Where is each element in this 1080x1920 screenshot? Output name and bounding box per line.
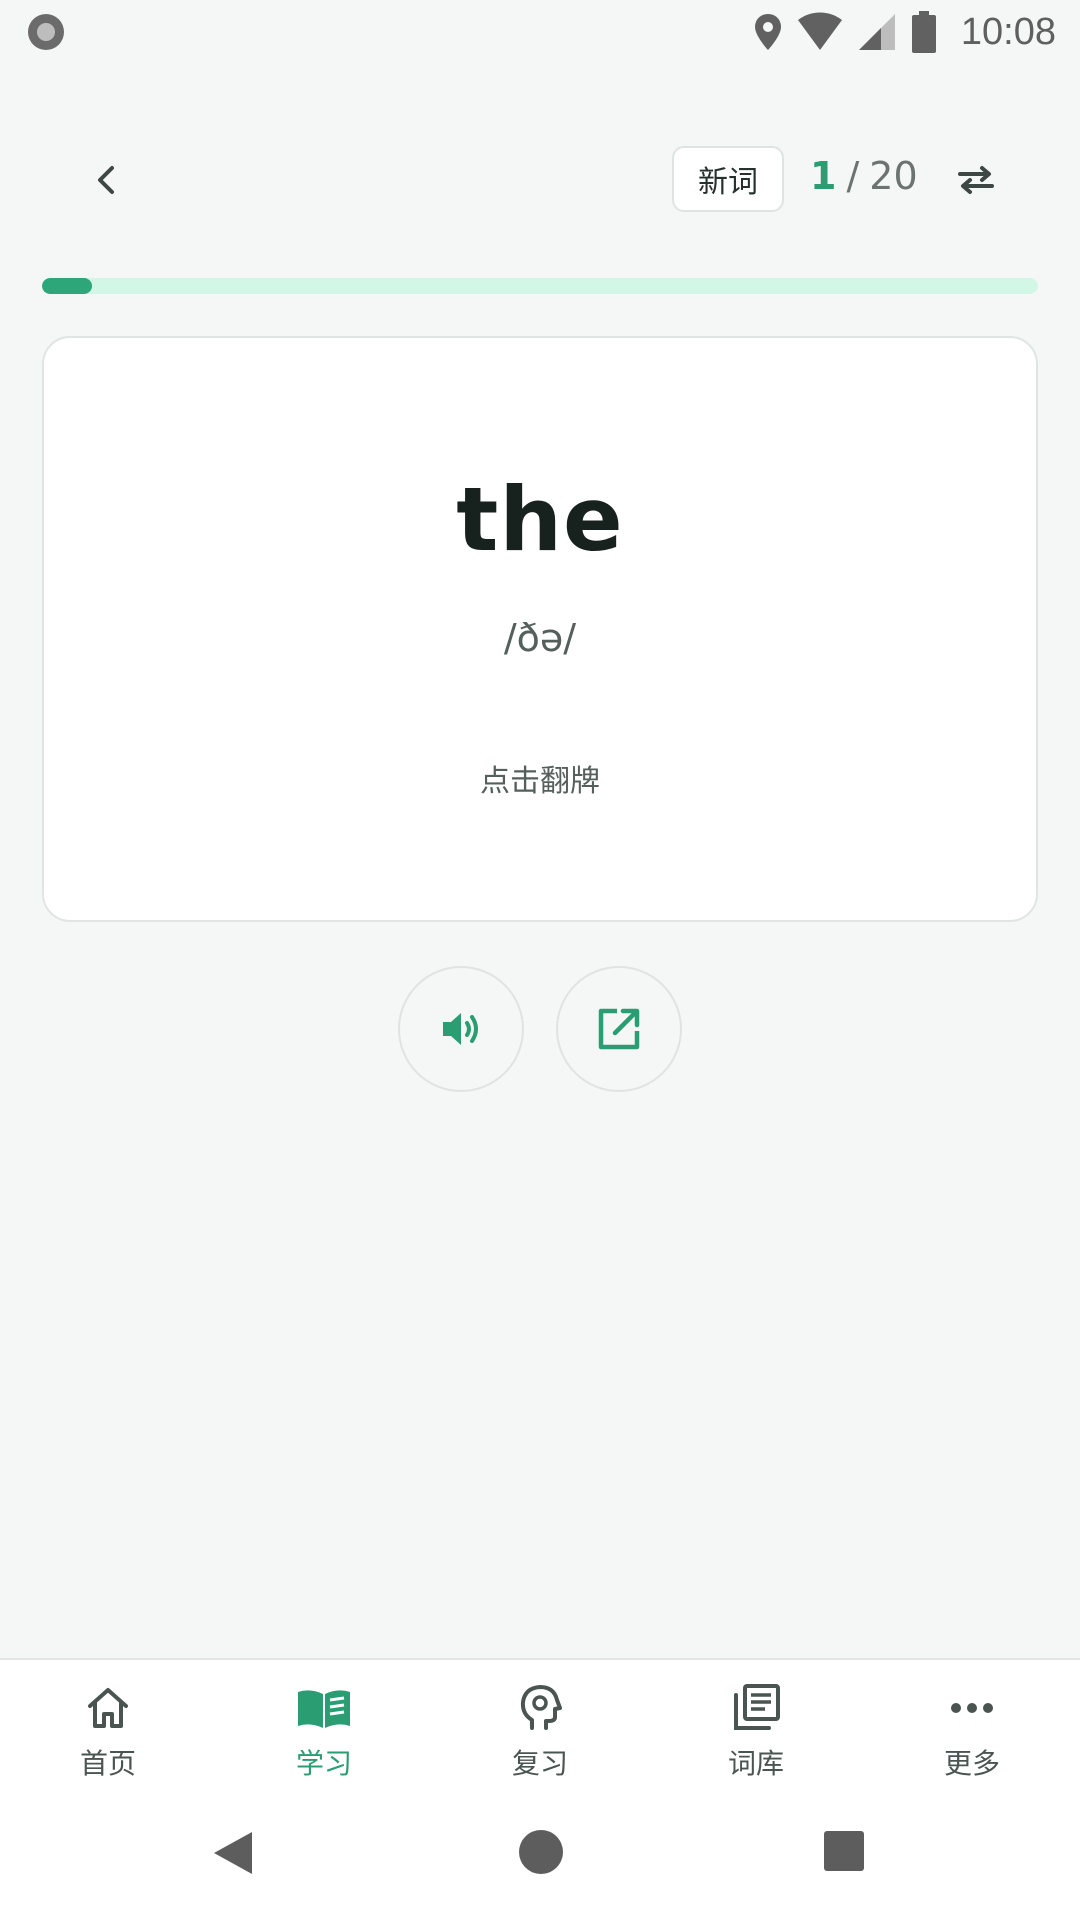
home-icon bbox=[80, 1682, 136, 1734]
status-icons: 10:08 bbox=[753, 8, 1056, 56]
system-back-icon[interactable] bbox=[212, 1830, 254, 1876]
nav-item-home[interactable]: 首页 bbox=[0, 1660, 216, 1794]
wifi-icon bbox=[797, 12, 842, 50]
progress-bar bbox=[42, 278, 1038, 294]
counter-current: 1 bbox=[810, 154, 837, 198]
swap-arrows-icon bbox=[958, 166, 994, 194]
flip-hint: 点击翻牌 bbox=[480, 764, 600, 799]
book-icon bbox=[296, 1682, 352, 1734]
pronounce-button[interactable] bbox=[398, 966, 524, 1092]
nav-label-more: 更多 bbox=[943, 1747, 1000, 1780]
brain-head-icon bbox=[512, 1682, 568, 1734]
more-dots-icon bbox=[944, 1682, 1000, 1734]
nav-label-library: 词库 bbox=[727, 1747, 784, 1780]
system-recents-icon[interactable] bbox=[824, 1831, 864, 1871]
counter-total: 20 bbox=[869, 154, 918, 198]
speaker-icon bbox=[443, 1013, 478, 1045]
open-external-icon bbox=[598, 1008, 640, 1050]
card-phonetic: /ðə/ bbox=[503, 616, 577, 660]
back-button[interactable] bbox=[82, 156, 130, 204]
location-icon bbox=[754, 14, 781, 50]
battery-icon bbox=[911, 11, 936, 53]
nav-item-review[interactable]: 复习 bbox=[432, 1660, 648, 1794]
status-time: 10:08 bbox=[960, 10, 1056, 53]
nav-item-library[interactable]: 词库 bbox=[648, 1660, 864, 1794]
counter-separator: / bbox=[846, 154, 860, 198]
system-nav-bar bbox=[0, 1794, 1080, 1920]
system-home-icon[interactable] bbox=[519, 1830, 563, 1874]
open-detail-button[interactable] bbox=[556, 966, 682, 1092]
nav-item-study[interactable]: 学习 bbox=[216, 1660, 432, 1794]
nav-label-home: 首页 bbox=[79, 1747, 136, 1780]
card-word: the bbox=[456, 468, 624, 571]
chevron-left-icon bbox=[98, 166, 114, 194]
word-counter: 1 / 20 bbox=[810, 154, 918, 206]
mode-chip[interactable]: 新词 bbox=[672, 146, 784, 212]
nav-label-review: 复习 bbox=[511, 1747, 568, 1780]
flashcard[interactable]: the /ðə/ 点击翻牌 bbox=[42, 336, 1038, 922]
bottom-nav: 首页 学习 复习 词库 更多 bbox=[0, 1658, 1080, 1794]
record-icon bbox=[28, 14, 64, 50]
status-bar: 10:08 bbox=[0, 0, 1080, 64]
app-bar: 新词 1 / 20 bbox=[0, 140, 1080, 220]
progress-fill bbox=[42, 278, 92, 294]
nav-label-study: 学习 bbox=[295, 1747, 352, 1780]
signal-icon bbox=[858, 14, 895, 50]
library-icon bbox=[728, 1682, 784, 1734]
swap-button[interactable] bbox=[952, 156, 1000, 204]
nav-item-more[interactable]: 更多 bbox=[864, 1660, 1080, 1794]
